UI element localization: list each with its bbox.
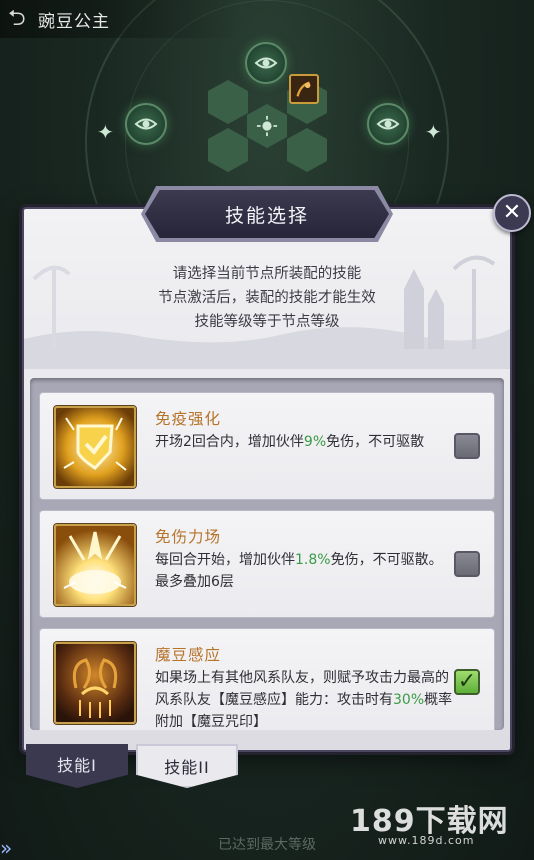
max-level-status: 已达到最大等级 xyxy=(218,837,316,853)
shield-skill-icon xyxy=(54,406,136,488)
close-icon: ✕ xyxy=(502,200,522,225)
skill-card[interactable]: 免疫强化 开场2回合内，增加伙伴9%免伤，不可驱散 xyxy=(39,392,495,500)
skill-desc-text: 开场2回合内，增加伙伴 xyxy=(155,434,304,450)
sparkle-icon: ✦ xyxy=(425,120,442,144)
skill-highlight-value: 30% xyxy=(393,692,425,708)
eye-icon xyxy=(254,57,278,69)
skill-node-left[interactable] xyxy=(125,103,167,145)
skill-highlight-value: 9% xyxy=(303,434,327,450)
skill-name: 魔豆感应 xyxy=(155,646,222,664)
eye-icon xyxy=(134,118,158,130)
skill-desc-text: 免伤，不可驱散 xyxy=(326,434,425,450)
checkmark-icon: ✓ xyxy=(457,669,477,694)
top-bar: ⮌ 豌豆公主 xyxy=(0,0,240,38)
skill-desc-text: 每回合开始，增加伙伴 xyxy=(155,552,295,568)
description-line: 请选择当前节点所装配的技能 xyxy=(172,266,362,282)
skill-node-right[interactable] xyxy=(367,103,409,145)
skill-description: 如果场上有其他风系队友，则赋予攻击力最高的风系队友【魔豆感应】能力：攻击时有30… xyxy=(155,667,455,730)
skill-list[interactable]: 免疫强化 开场2回合内，增加伙伴9%免伤，不可驱散 免伤力场 每回合开始，增加伙… xyxy=(30,378,504,730)
force-field-skill-icon xyxy=(54,524,136,606)
description-line: 节点激活后，装配的技能才能生效 xyxy=(158,290,376,306)
skill-name: 免疫强化 xyxy=(155,410,222,428)
skill-description: 每回合开始，增加伙伴1.8%免伤，不可驱散。最多叠加6层 xyxy=(155,549,455,593)
magic-bean-skill-icon xyxy=(54,642,136,724)
eye-icon xyxy=(376,118,400,130)
skill-card[interactable]: 魔豆感应 如果场上有其他风系队友，则赋予攻击力最高的风系队友【魔豆感应】能力：攻… xyxy=(39,628,495,730)
expand-arrow-icon[interactable]: » xyxy=(0,836,18,860)
sun-icon xyxy=(256,115,278,137)
tab-skill-2[interactable]: 技能II xyxy=(136,744,238,788)
close-button[interactable]: ✕ xyxy=(493,194,531,232)
skill-checkbox-checked[interactable]: ✓ xyxy=(454,669,480,695)
modal-title-plate: 技能选择 xyxy=(145,190,389,238)
tab-label: 技能I xyxy=(57,756,97,775)
modal-title: 技能选择 xyxy=(224,204,309,227)
skill-highlight-value: 1.8% xyxy=(295,552,331,568)
sparkle-icon: ✦ xyxy=(97,120,114,144)
skill-name: 免伤力场 xyxy=(155,528,222,546)
skill-checkbox[interactable] xyxy=(454,433,480,459)
modal-description: 请选择当前节点所装配的技能 节点激活后，装配的技能才能生效 技能等级等于节点等级 xyxy=(22,262,512,334)
back-arrow-icon[interactable]: ⮌ xyxy=(8,6,34,32)
skill-description: 开场2回合内，增加伙伴9%免伤，不可驱散 xyxy=(155,431,455,453)
description-line: 技能等级等于节点等级 xyxy=(194,314,340,330)
skill-checkbox[interactable] xyxy=(454,551,480,577)
equipped-skill-thumbnail[interactable] xyxy=(289,74,319,104)
tab-label: 技能II xyxy=(164,758,210,777)
skill-card[interactable]: 免伤力场 每回合开始，增加伙伴1.8%免伤，不可驱散。最多叠加6层 xyxy=(39,510,495,618)
tab-skill-1[interactable]: 技能I xyxy=(26,744,128,788)
page-title: 豌豆公主 xyxy=(38,11,110,32)
vine-icon xyxy=(296,81,311,97)
skill-node-top[interactable] xyxy=(245,42,287,84)
